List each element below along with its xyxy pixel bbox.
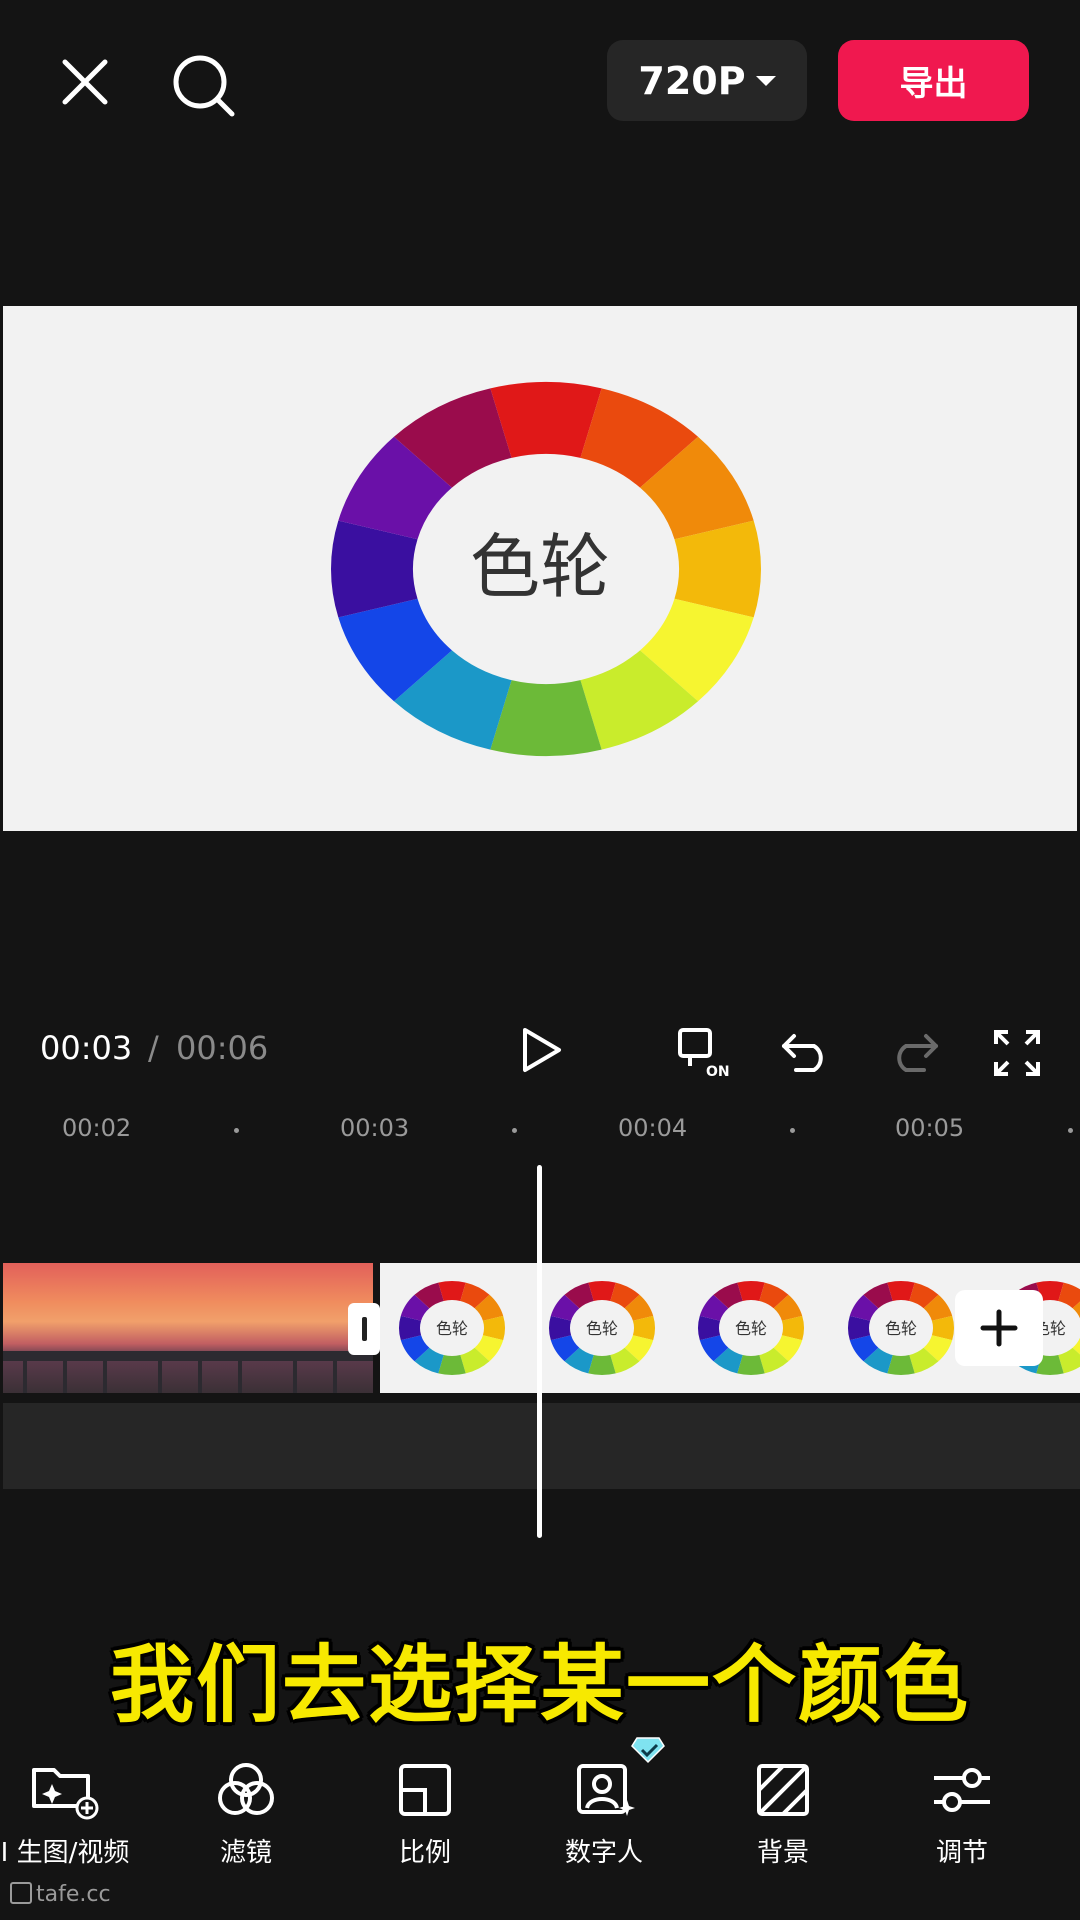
close-icon [62,59,108,105]
avatar-icon [577,1764,635,1816]
current-time: 00:03 [40,1029,133,1067]
auto-caption-toggle[interactable]: ON [676,1026,736,1082]
clip-thumbnail [138,1263,273,1393]
export-button[interactable]: 导出 [838,40,1029,121]
clip-thumbnail [3,1263,138,1393]
ratio-icon [399,1764,451,1816]
thumb-label: 色轮 [436,1319,468,1338]
total-time: 00:06 [176,1029,269,1067]
tool-adjust[interactable]: 调节 [873,1760,1051,1880]
resolution-dropdown[interactable]: 720P [607,40,807,121]
video-preview[interactable]: 色轮 [3,306,1077,831]
play-button[interactable] [515,1024,567,1080]
caption-on-icon: ON [678,1028,730,1080]
tool-filter[interactable]: 滤镜 [157,1760,335,1880]
subtitle-caption: 我们去选择某一个颜色 [109,1636,970,1734]
search-button[interactable] [170,52,240,122]
tool-label: 背景 [756,1838,809,1868]
chevron-down-icon [755,75,776,86]
ruler-tick: 00:04 [618,1114,688,1142]
tool-label: 调节 [935,1838,988,1868]
tool-ratio[interactable]: 比例 [336,1760,514,1880]
thumb-label: 色轮 [885,1319,917,1338]
sunset-clip[interactable] [3,1263,373,1393]
redo-button[interactable] [886,1026,940,1078]
add-media-icon [32,1768,99,1820]
ruler-tick: 00:03 [340,1114,410,1142]
tool-label: I 生图/视频 [0,1838,130,1868]
add-clip-button[interactable] [955,1290,1043,1366]
plus-icon [980,1309,1018,1347]
fullscreen-button[interactable] [992,1028,1042,1082]
search-icon [173,55,235,117]
ruler-dot [234,1128,239,1133]
close-button[interactable] [55,52,115,112]
ruler-dot [512,1128,517,1133]
thumb-label: 色轮 [735,1319,767,1338]
watermark: tafe.cc [10,1882,111,1907]
thumb-label: 色轮 [586,1319,618,1338]
ruler-dot [790,1128,795,1133]
watermark-text: tafe.cc [36,1882,111,1907]
tool-label: 比例 [398,1838,451,1868]
tool-label: 数字人 [564,1838,643,1868]
resolution-label: 720P [638,58,746,103]
transition-handle[interactable] [348,1303,380,1355]
adjust-icon [934,1768,990,1812]
play-icon [523,1028,561,1072]
tool-background[interactable]: 背景 [694,1760,872,1880]
undo-button[interactable] [780,1026,834,1078]
premium-diamond-icon [631,1737,665,1764]
background-icon [757,1764,809,1816]
undo-icon [782,1034,823,1072]
fullscreen-icon [994,1030,1040,1076]
tool-digital-human[interactable]: 数字人 [515,1737,693,1880]
color-wheel-label: 色轮 [470,526,610,608]
filter-icon [218,1763,274,1815]
ruler-tick: 00:02 [62,1114,132,1142]
time-separator: / [148,1029,159,1067]
tool-ai-generate[interactable]: I 生图/视频 [0,1760,154,1880]
tool-label: 滤镜 [219,1838,272,1868]
svg-text:ON: ON [706,1064,730,1078]
ruler-tick: 00:05 [895,1114,965,1142]
redo-icon [897,1034,938,1072]
watermark-logo-icon [10,1882,32,1904]
ruler-dot [1068,1128,1073,1133]
playhead[interactable] [537,1165,542,1538]
